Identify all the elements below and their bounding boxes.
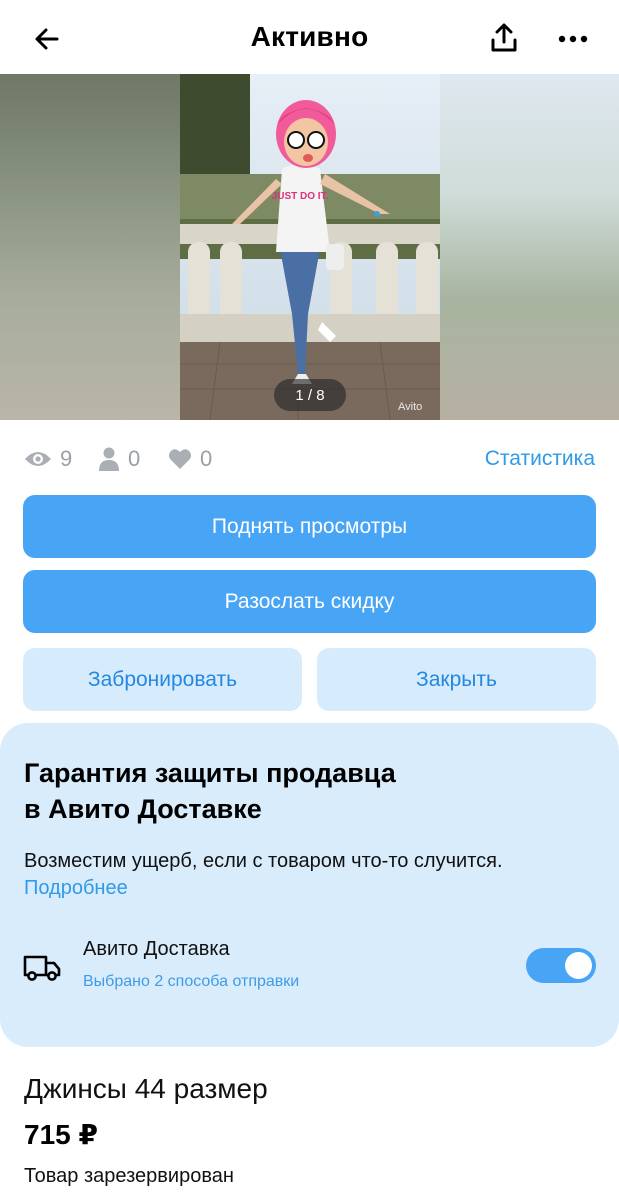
statistics-link[interactable]: Статистика — [485, 447, 595, 471]
photo-illustration: JUST DO IT. — [180, 74, 440, 420]
close-listing-button[interactable]: Закрыть — [317, 648, 596, 711]
guarantee-title-line1: Гарантия защиты продавца — [24, 758, 396, 788]
toggle-knob — [565, 952, 592, 979]
page-title: Активно — [250, 21, 369, 52]
views-count: 9 — [60, 446, 73, 471]
favorites-stat: 0 — [168, 446, 212, 472]
views-stat: 9 — [24, 446, 72, 472]
raise-views-button[interactable]: Поднять просмотры — [23, 495, 596, 558]
delivery-title: Авито Доставка — [83, 938, 230, 960]
listing-photo[interactable]: JUST DO IT. — [180, 74, 440, 420]
shirt-print: JUST DO IT. — [272, 191, 329, 202]
share-icon — [491, 23, 517, 52]
delivery-subtitle[interactable]: Выбрано 2 способа отправки — [83, 973, 299, 991]
delivery-toggle[interactable] — [526, 948, 596, 983]
stats-row: 9 0 0 Статистика — [0, 440, 619, 480]
guarantee-title-line2: в Авито Доставке — [24, 794, 262, 824]
send-discount-button[interactable]: Разослать скидку — [23, 570, 596, 633]
contacts-count: 0 — [128, 446, 141, 471]
more-button[interactable] — [553, 22, 593, 56]
gallery-blur-left — [0, 74, 180, 420]
photo-counter: 1 / 8 — [274, 379, 346, 411]
guarantee-title: Гарантия защиты продавца в Авито Доставк… — [24, 755, 584, 827]
back-arrow-icon — [35, 28, 59, 50]
item-price: 715 ₽ — [24, 1119, 98, 1150]
contacts-stat: 0 — [98, 446, 140, 472]
favorites-count: 0 — [200, 446, 213, 471]
item-title: Джинсы 44 размер — [24, 1073, 268, 1104]
person-icon — [99, 447, 119, 471]
back-button[interactable] — [30, 22, 64, 56]
guarantee-more-link[interactable]: Подробнее — [24, 877, 128, 900]
truck-icon — [23, 955, 61, 981]
seller-guarantee-card: Гарантия защиты продавца в Авито Доставк… — [0, 723, 619, 1047]
heart-icon — [169, 449, 191, 469]
share-button[interactable] — [486, 20, 522, 56]
eye-icon — [25, 452, 51, 466]
more-icon — [558, 35, 588, 43]
photo-gallery[interactable]: JUST DO IT. 1 / 8 Avito — [0, 74, 619, 420]
top-bar: Активно — [0, 0, 619, 74]
item-status: Товар зарезервирован — [24, 1165, 234, 1187]
gallery-blur-right — [440, 74, 619, 420]
guarantee-description: Возместим ущерб, если с товаром что-то с… — [24, 850, 503, 872]
watermark: Avito — [398, 401, 423, 413]
reserve-button[interactable]: Забронировать — [23, 648, 302, 711]
